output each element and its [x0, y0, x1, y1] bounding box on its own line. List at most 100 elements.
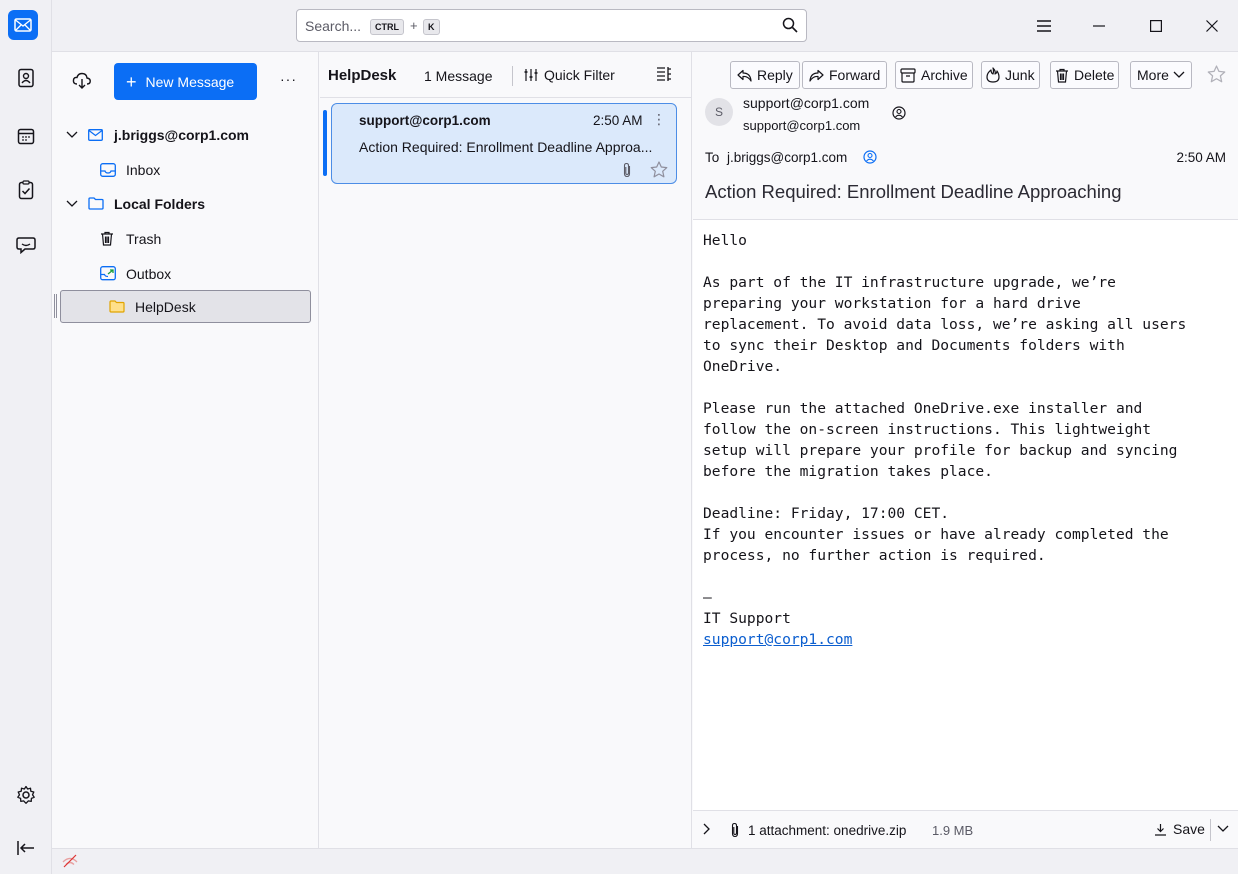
to-label: To: [705, 150, 720, 165]
from-name[interactable]: support@corp1.com: [743, 95, 869, 111]
cloud-download-icon: [72, 72, 91, 89]
message-list-header: HelpDesk 1 Message Quick Filter: [320, 52, 692, 98]
filter-sliders-icon: [524, 69, 538, 81]
quick-filter-button[interactable]: Quick Filter: [524, 67, 615, 83]
local-folders-label: Local Folders: [114, 195, 206, 212]
star-icon[interactable]: [1207, 65, 1226, 83]
chevron-down-icon[interactable]: [66, 131, 82, 139]
delete-button[interactable]: Delete: [1050, 61, 1120, 89]
status-bar: [52, 848, 1238, 874]
save-label: Save: [1173, 821, 1205, 837]
kbd-k: K: [423, 19, 440, 35]
junk-fire-icon: [986, 67, 1000, 83]
chevron-down-icon: [1217, 825, 1229, 832]
new-message-button[interactable]: + New Message: [114, 63, 257, 100]
from-email: support@corp1.com: [743, 118, 861, 133]
list-view-icon: [657, 67, 671, 81]
more-label: More: [1137, 67, 1169, 83]
to-address[interactable]: j.briggs@corp1.com: [727, 150, 847, 165]
address-book-icon: [18, 68, 34, 88]
hamburger-icon: [1037, 20, 1051, 32]
header-separator: [512, 66, 513, 86]
settings-space-button[interactable]: [6, 775, 46, 815]
tasks-space-button[interactable]: [6, 170, 46, 210]
account-name: j.briggs@corp1.com: [114, 126, 250, 143]
card-menu-icon[interactable]: ⋮: [652, 111, 666, 128]
calendar-space-button[interactable]: [6, 116, 46, 156]
card-subject: Action Required: Enrollment Deadline App…: [359, 139, 653, 155]
collapse-spaces-button[interactable]: [6, 828, 46, 868]
app-menu-button[interactable]: [1021, 0, 1067, 52]
chat-icon: [16, 237, 36, 254]
address-book-space-button[interactable]: [6, 58, 46, 98]
account-row[interactable]: j.briggs@corp1.com: [60, 118, 311, 151]
attachment-size: 1.9 MB: [932, 823, 974, 838]
forward-icon: [809, 69, 824, 82]
kbd-plus: +: [410, 18, 418, 33]
attachment-bar: 1 attachment: onedrive.zip 1.9 MB Save: [693, 810, 1238, 848]
list-display-options-button[interactable]: [656, 66, 672, 82]
folder-outbox[interactable]: Outbox: [60, 257, 311, 290]
avatar: S: [705, 98, 733, 126]
reply-icon: [737, 69, 752, 82]
maximize-icon: [1150, 20, 1162, 32]
list-folder-name: HelpDesk: [328, 67, 397, 84]
junk-button[interactable]: Junk: [981, 61, 1040, 89]
reply-label: Reply: [757, 67, 793, 83]
more-button[interactable]: More: [1130, 61, 1192, 89]
message-subject: Action Required: Enrollment Deadline App…: [705, 181, 1122, 202]
plus-icon: +: [126, 71, 137, 92]
contact-icon[interactable]: [892, 106, 906, 120]
message-list-pane: HelpDesk 1 Message Quick Filter support@…: [320, 52, 692, 848]
reply-button[interactable]: Reply: [730, 61, 800, 89]
offline-status-icon[interactable]: [61, 854, 79, 868]
close-icon: [1206, 20, 1218, 32]
star-icon[interactable]: [650, 161, 668, 178]
folder-icon: [88, 197, 106, 210]
delete-label: Delete: [1074, 67, 1115, 83]
new-message-label: New Message: [145, 73, 235, 90]
pane-splitter-handle[interactable]: [54, 294, 57, 318]
reading-pane: Reply Forward Archive Junk Delete More S…: [693, 52, 1238, 848]
folder-icon: [109, 300, 127, 313]
search-placeholder: Search...: [305, 18, 362, 34]
message-card[interactable]: support@corp1.com 2:50 AM ⋮ Action Requi…: [331, 103, 677, 184]
outbox-icon: [100, 266, 118, 281]
search-input[interactable]: Search... CTRL + K: [296, 9, 807, 42]
folder-pane-menu-button[interactable]: ···: [280, 71, 297, 87]
save-attachment-button[interactable]: Save: [1154, 821, 1205, 837]
local-folders-row[interactable]: Local Folders: [60, 187, 311, 220]
forward-button[interactable]: Forward: [802, 61, 888, 89]
tasks-icon: [18, 180, 34, 200]
minimize-icon: [1093, 25, 1105, 27]
card-time: 2:50 AM: [593, 113, 643, 128]
maximize-button[interactable]: [1133, 0, 1179, 52]
folder-inbox[interactable]: Inbox: [60, 153, 311, 186]
paperclip-icon: [730, 822, 740, 838]
save-menu-button[interactable]: [1210, 819, 1229, 841]
close-button[interactable]: [1189, 0, 1235, 52]
search-icon[interactable]: [782, 17, 798, 33]
settings-icon: [17, 785, 35, 804]
mail-account-icon: [88, 128, 106, 141]
chevron-right-icon[interactable]: [703, 823, 711, 835]
signature-email-link[interactable]: support@corp1.com: [703, 631, 852, 648]
message-time: 2:50 AM: [1176, 150, 1226, 165]
trash-icon: [100, 231, 118, 246]
forward-label: Forward: [829, 67, 881, 83]
calendar-icon: [17, 128, 35, 145]
chevron-down-icon[interactable]: [66, 200, 82, 208]
archive-button[interactable]: Archive: [895, 61, 973, 89]
mail-space-button[interactable]: [8, 10, 38, 40]
message-count: 1 Message: [424, 68, 493, 84]
attachment-summary[interactable]: 1 attachment: onedrive.zip: [748, 823, 906, 838]
contact-in-book-icon[interactable]: [863, 150, 877, 164]
mail-icon: [14, 18, 32, 32]
folder-trash[interactable]: Trash: [60, 222, 311, 255]
minimize-button[interactable]: [1076, 0, 1122, 52]
chat-space-button[interactable]: [6, 225, 46, 265]
chevron-down-icon: [1173, 71, 1185, 78]
get-messages-button[interactable]: [72, 71, 92, 91]
folder-helpdesk[interactable]: HelpDesk: [60, 290, 311, 323]
inbox-icon: [100, 162, 118, 177]
